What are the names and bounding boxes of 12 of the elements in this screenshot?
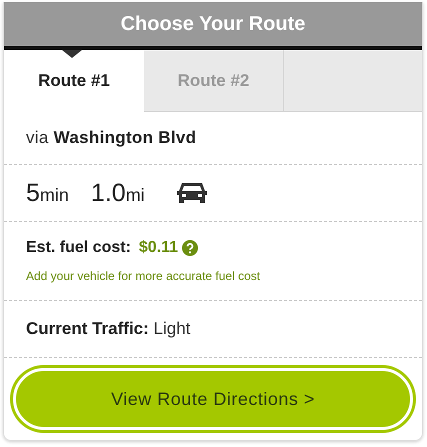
view-directions-button[interactable]: View Route Directions > xyxy=(13,368,413,430)
panel-title: Choose Your Route xyxy=(120,12,306,36)
traffic-text: Current Traffic: Light xyxy=(4,301,422,358)
help-icon[interactable] xyxy=(182,240,198,256)
car-icon xyxy=(176,181,207,205)
add-vehicle-link[interactable]: Add your vehicle for more accurate fuel cost xyxy=(26,269,260,283)
fuel-cost-value: $0.11 xyxy=(138,239,178,257)
route-via-text: via Washington Blvd xyxy=(4,112,422,165)
route-stat: 1.0mi xyxy=(90,178,145,208)
route-stat: 5min xyxy=(26,178,69,208)
pointer-icon xyxy=(62,50,82,58)
fuel-cost-label: Est. fuel cost: xyxy=(26,239,131,257)
